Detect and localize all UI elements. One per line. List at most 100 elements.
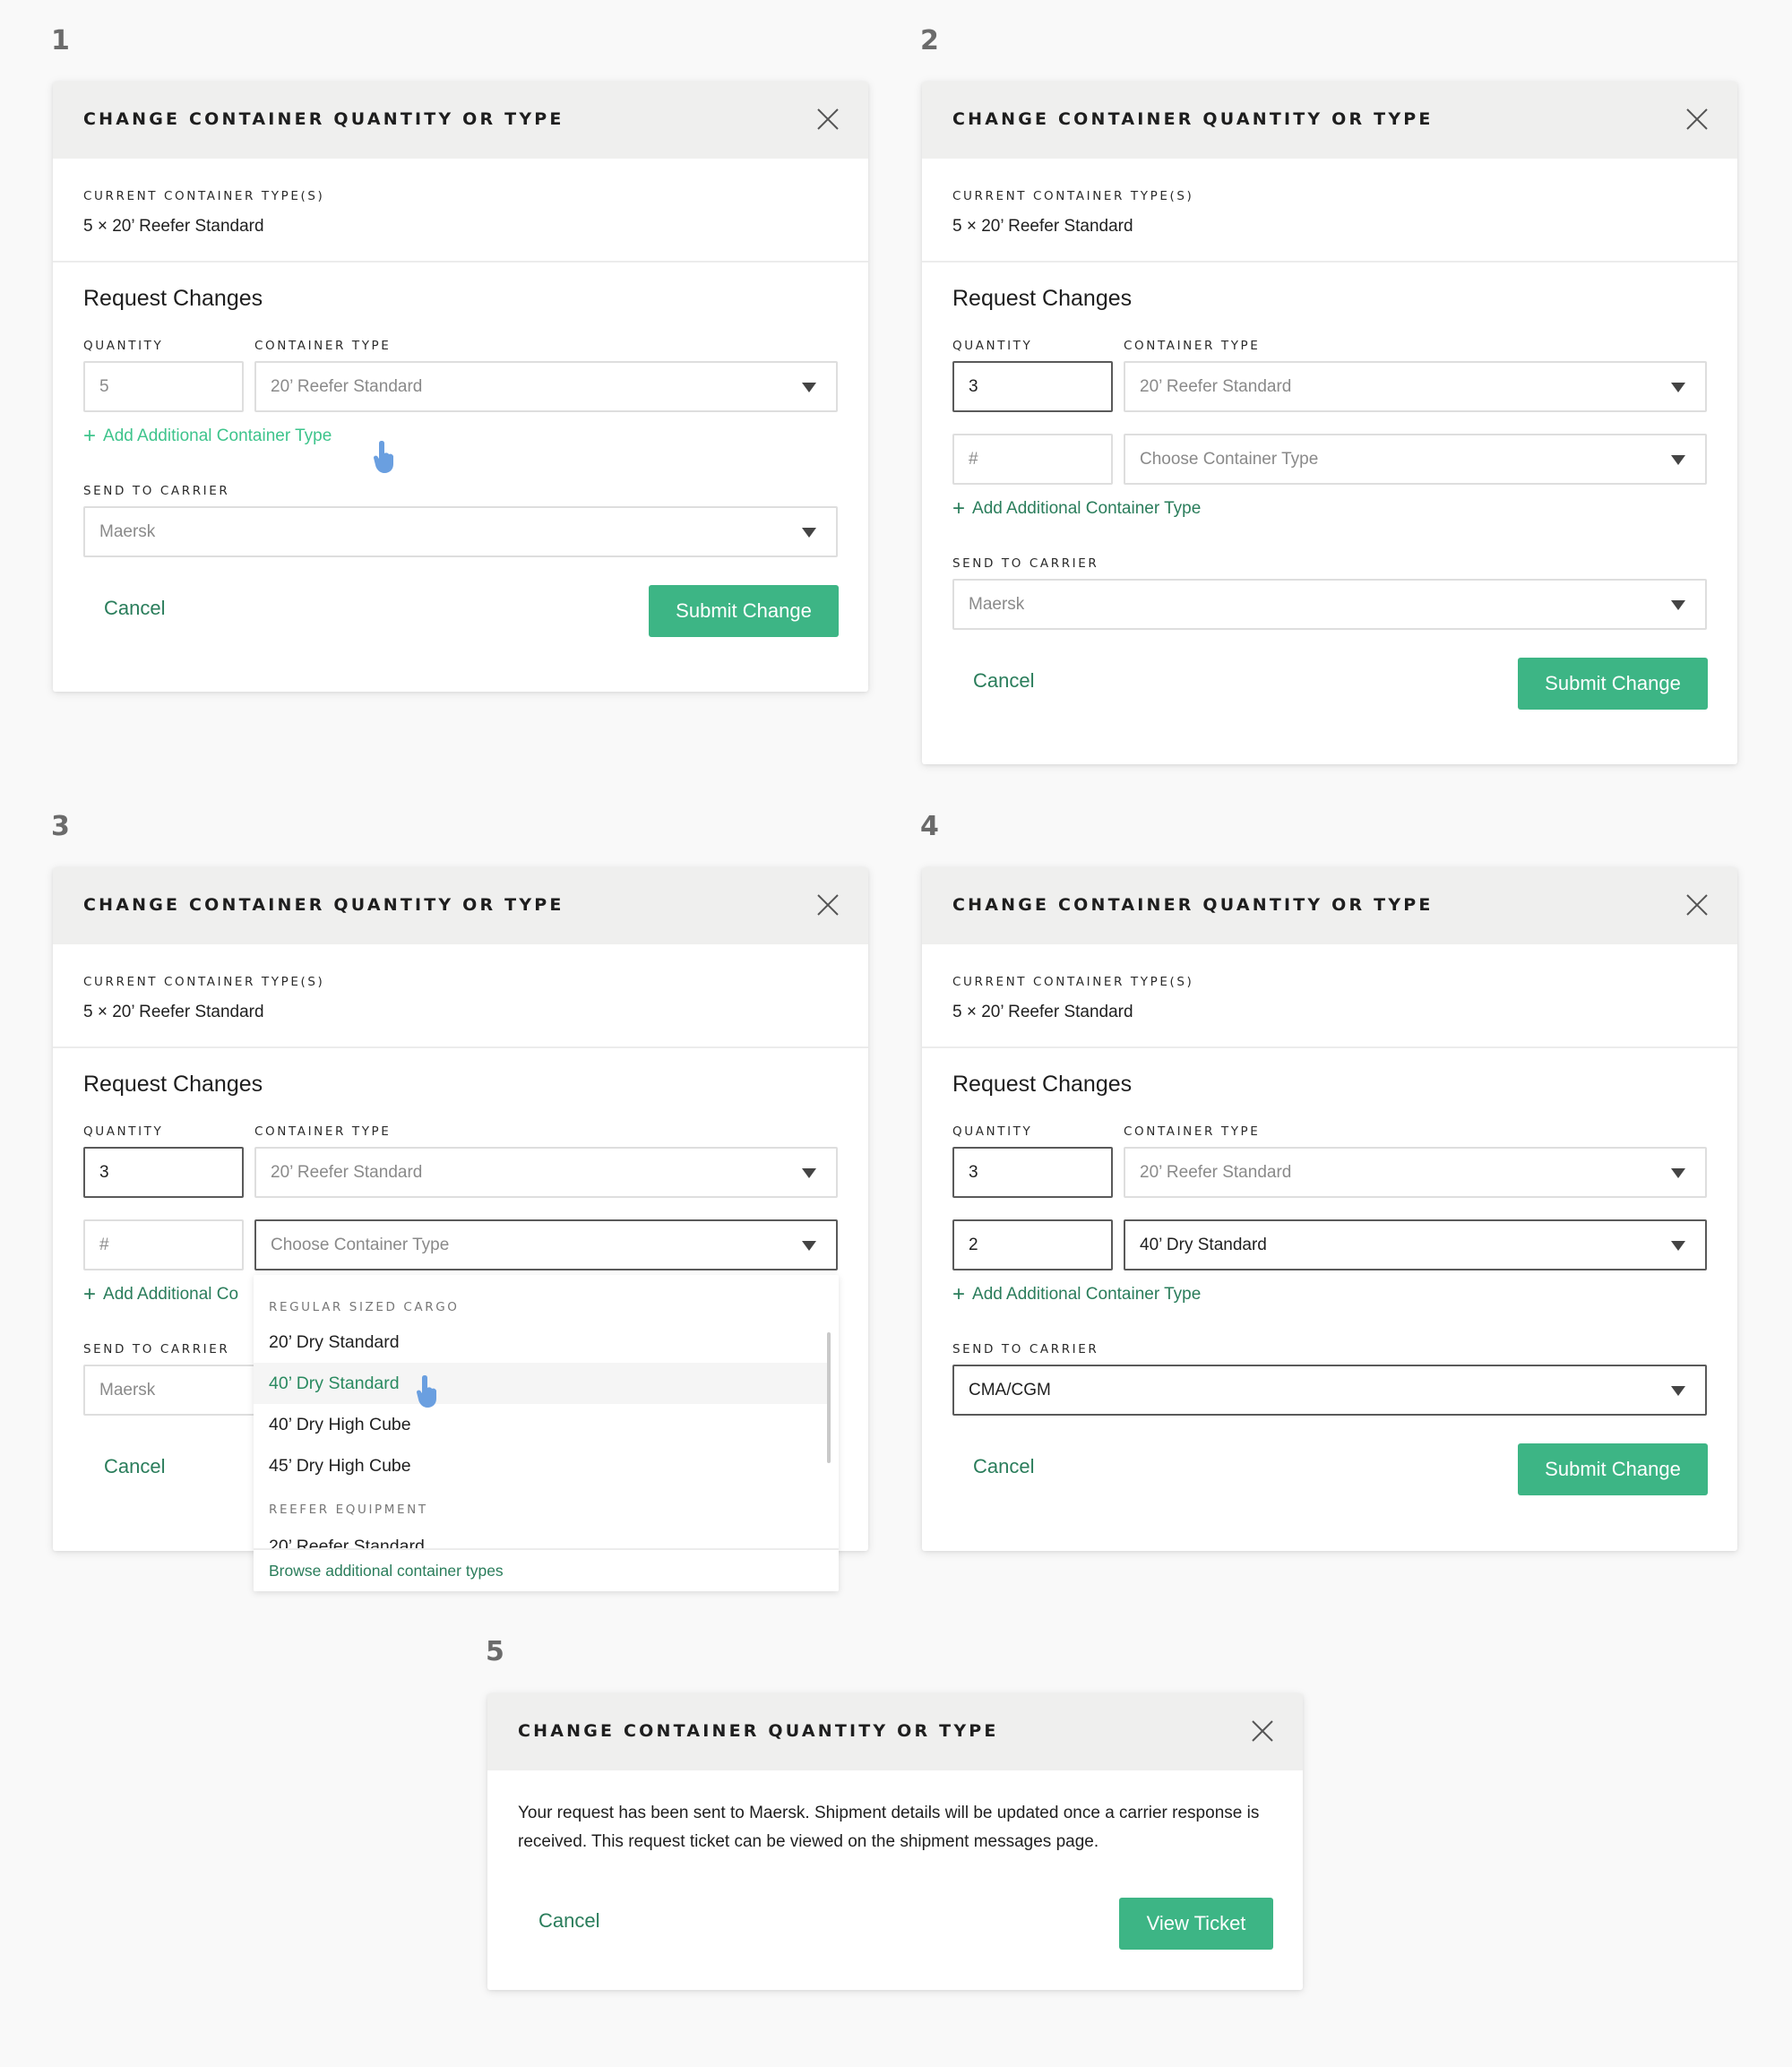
view-ticket-button[interactable]: View Ticket (1119, 1898, 1273, 1950)
container-type-value: 20’ Reefer Standard (1140, 1162, 1292, 1182)
container-type-select-2[interactable]: Choose Container Type (1124, 434, 1707, 485)
modal-title: CHANGE CONTAINER QUANTITY OR TYPE (952, 109, 1434, 129)
step-number-2: 2 (920, 25, 939, 56)
current-container-value: 5 × 20’ Reefer Standard (83, 217, 264, 236)
container-type-select[interactable]: 20’ Reefer Standard (254, 361, 838, 412)
dropdown-option[interactable]: 45’ Dry High Cube (254, 1445, 827, 1486)
close-button[interactable] (1685, 893, 1709, 917)
modal-header: CHANGE CONTAINER QUANTITY OR TYPE (487, 1693, 1303, 1770)
browse-container-types-link[interactable]: Browse additional container types (254, 1548, 839, 1591)
container-type-select-2[interactable]: Choose Container Type (254, 1219, 838, 1270)
caret-down-icon (802, 1167, 816, 1178)
container-type-select-2[interactable]: 40’ Dry Standard (1124, 1219, 1707, 1270)
close-icon (817, 894, 839, 916)
plus-icon: + (952, 496, 966, 521)
caret-down-icon (1671, 599, 1685, 610)
modal-header: CHANGE CONTAINER QUANTITY OR TYPE (53, 867, 868, 944)
current-container-value: 5 × 20’ Reefer Standard (83, 1003, 264, 1021)
submit-change-button[interactable]: Submit Change (649, 585, 839, 637)
quantity-input-2[interactable]: 2 (952, 1219, 1113, 1270)
modal-title: CHANGE CONTAINER QUANTITY OR TYPE (518, 1721, 999, 1741)
quantity-input[interactable]: 3 (952, 1147, 1113, 1198)
step-number-5: 5 (486, 1636, 504, 1667)
submit-change-button[interactable]: Submit Change (1518, 658, 1708, 710)
current-container-section: CURRENT CONTAINER TYPE(S) 5 × 20’ Reefer… (922, 944, 1737, 1048)
quantity-input-2[interactable]: # (952, 434, 1113, 485)
add-container-type-link[interactable]: + Add Additional Container Type (952, 1284, 1201, 1305)
step-number-1: 1 (51, 25, 70, 56)
close-button[interactable] (816, 108, 840, 131)
close-button[interactable] (1685, 108, 1709, 131)
dropdown-scrollbar[interactable] (827, 1332, 831, 1463)
add-container-type-link[interactable]: + Add Additional Container Type (83, 426, 332, 447)
step-number-3: 3 (51, 811, 70, 842)
close-button[interactable] (816, 893, 840, 917)
request-changes-heading: Request Changes (83, 286, 263, 311)
caret-down-icon (802, 1240, 816, 1251)
caret-down-icon (1671, 1167, 1685, 1178)
request-changes-heading: Request Changes (83, 1072, 263, 1097)
current-container-value: 5 × 20’ Reefer Standard (952, 1003, 1133, 1021)
option-label: 40’ Dry High Cube (269, 1414, 411, 1434)
pointer-cursor-icon (413, 1374, 440, 1409)
modal-header: CHANGE CONTAINER QUANTITY OR TYPE (53, 82, 868, 159)
add-container-type-link[interactable]: + Add Additional Container Type (952, 498, 1201, 520)
caret-down-icon (802, 382, 816, 392)
plus-icon: + (83, 1282, 97, 1306)
container-type-placeholder: Choose Container Type (271, 1235, 450, 1254)
current-container-section: CURRENT CONTAINER TYPE(S) 5 × 20’ Reefer… (53, 944, 868, 1048)
modal-step-5: CHANGE CONTAINER QUANTITY OR TYPE Your r… (487, 1693, 1303, 1990)
caret-down-icon (802, 527, 816, 538)
current-container-label: CURRENT CONTAINER TYPE(S) (83, 975, 325, 989)
carrier-select[interactable]: Maersk (952, 579, 1707, 630)
dropdown-option-hovered[interactable]: 40’ Dry Standard (254, 1363, 827, 1404)
option-label: 20’ Dry Standard (269, 1331, 400, 1352)
add-container-type-label: Add Additional Co (103, 1285, 239, 1304)
container-type-label: CONTAINER TYPE (254, 339, 392, 353)
current-container-section: CURRENT CONTAINER TYPE(S) 5 × 20’ Reefer… (922, 159, 1737, 263)
quantity-input[interactable]: 5 (83, 361, 244, 412)
modal-header: CHANGE CONTAINER QUANTITY OR TYPE (922, 82, 1737, 159)
carrier-value: Maersk (99, 1380, 156, 1400)
container-type-select[interactable]: 20’ Reefer Standard (1124, 1147, 1707, 1198)
modal-step-1: CHANGE CONTAINER QUANTITY OR TYPE CURREN… (53, 82, 868, 692)
carrier-select[interactable]: Maersk (83, 506, 838, 557)
caret-down-icon (1671, 382, 1685, 392)
cancel-button[interactable]: Cancel (973, 1455, 1034, 1478)
quantity-label: QUANTITY (952, 1124, 1033, 1139)
container-type-value: 40’ Dry Standard (1140, 1235, 1267, 1254)
request-changes-heading: Request Changes (952, 286, 1133, 311)
send-to-carrier-label: SEND TO CARRIER (952, 1342, 1099, 1356)
step-number-4: 4 (920, 811, 939, 842)
dropdown-option[interactable]: 40’ Dry High Cube (254, 1404, 827, 1445)
quantity-value: 2 (969, 1235, 978, 1254)
submit-change-button[interactable]: Submit Change (1518, 1443, 1708, 1495)
add-container-type-link[interactable]: + Add Additional Co (83, 1284, 238, 1305)
modal-header: CHANGE CONTAINER QUANTITY OR TYPE (922, 867, 1737, 944)
container-type-select[interactable]: 20’ Reefer Standard (1124, 361, 1707, 412)
cancel-button[interactable]: Cancel (104, 1455, 165, 1478)
confirmation-message: Your request has been sent to Maersk. Sh… (518, 1804, 1260, 1851)
plus-icon: + (952, 1282, 966, 1306)
container-type-label: CONTAINER TYPE (1124, 1124, 1261, 1139)
close-icon (1686, 894, 1708, 916)
carrier-value: Maersk (969, 594, 1025, 614)
modal-title: CHANGE CONTAINER QUANTITY OR TYPE (952, 895, 1434, 915)
quantity-input[interactable]: 3 (952, 361, 1113, 412)
close-button[interactable] (1251, 1719, 1274, 1743)
current-container-value: 5 × 20’ Reefer Standard (952, 217, 1133, 236)
cancel-button[interactable]: Cancel (538, 1909, 599, 1933)
current-container-label: CURRENT CONTAINER TYPE(S) (83, 189, 325, 203)
container-type-select[interactable]: 20’ Reefer Standard (254, 1147, 838, 1198)
quantity-input-2[interactable]: # (83, 1219, 244, 1270)
carrier-select[interactable]: CMA/CGM (952, 1365, 1707, 1416)
cancel-button[interactable]: Cancel (973, 669, 1034, 693)
quantity-value: 3 (99, 1162, 109, 1182)
cancel-button[interactable]: Cancel (104, 597, 165, 620)
quantity-input[interactable]: 3 (83, 1147, 244, 1198)
caret-down-icon (1671, 454, 1685, 465)
pointer-cursor-icon (370, 439, 397, 475)
container-type-value: 20’ Reefer Standard (1140, 376, 1292, 396)
dropdown-option[interactable]: 20’ Dry Standard (254, 1322, 827, 1363)
caret-down-icon (1671, 1240, 1685, 1251)
